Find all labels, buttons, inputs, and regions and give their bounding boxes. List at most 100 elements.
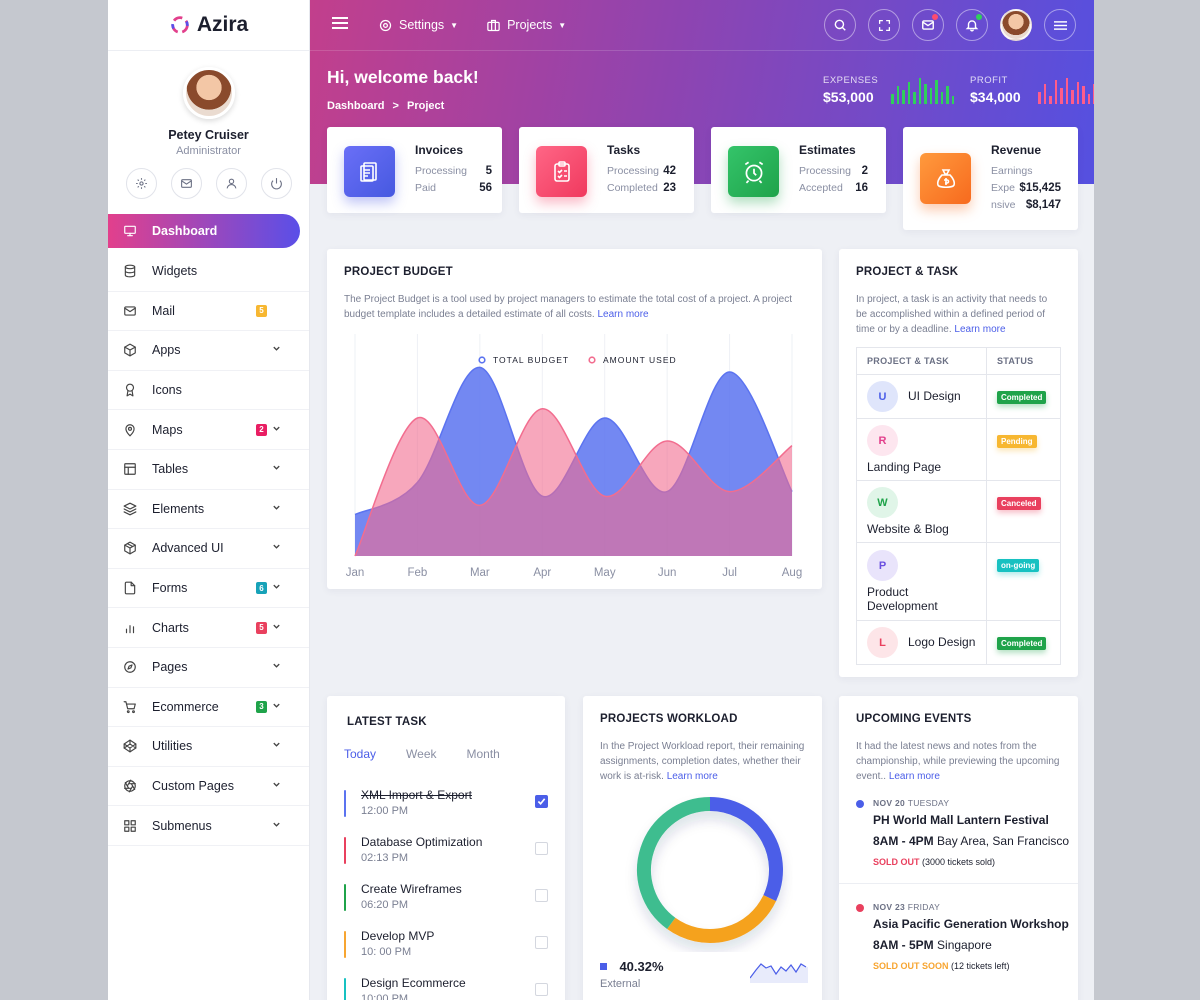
chevron-down-icon[interactable] [272, 463, 281, 475]
sidebar-item-label: Ecommerce [152, 699, 219, 714]
workload-percent-label: External [600, 978, 641, 990]
sidebar-item-ecommerce[interactable]: Ecommerce 3 [108, 688, 309, 728]
invoices-processing-value: 5 [485, 165, 492, 177]
sidebar-item-submenus[interactable]: Submenus [108, 806, 309, 846]
projects-label: Projects [507, 18, 553, 32]
table-icon [123, 462, 137, 476]
table-row[interactable]: R Landing Page Pending [856, 418, 1061, 481]
sidebar-item-apps[interactable]: Apps [108, 331, 309, 371]
chevron-down-icon[interactable] [272, 344, 281, 356]
list-item[interactable]: Create Wireframes 06:20 PM [344, 882, 554, 918]
sidebar-item-widgets[interactable]: Widgets [108, 252, 309, 292]
project-avatar: L [867, 627, 898, 658]
sidebar-item-utilities[interactable]: Utilities [108, 727, 309, 767]
projtask-description: In project, a task is an activity that n… [856, 294, 1048, 335]
fullscreen-button[interactable] [868, 9, 900, 41]
sidebar-nav: Dashboard Widgets Mail 5 Apps Icons Maps 2 Table… [108, 214, 309, 846]
spark-bar [1049, 96, 1052, 104]
task-checkbox[interactable] [535, 936, 548, 949]
list-item[interactable]: Develop MVP 10: 00 PM [344, 929, 554, 965]
sidebar-item-mail[interactable]: Mail 5 [108, 292, 309, 332]
event-time: 8AM - 4PM Bay Area, San Francisco [873, 834, 1070, 848]
sidebar-item-elements[interactable]: Elements [108, 490, 309, 530]
search-button[interactable] [824, 9, 856, 41]
sidebar-item-charts[interactable]: Charts 5 [108, 608, 309, 648]
chevron-down-icon[interactable] [272, 661, 281, 673]
list-item[interactable]: Design Ecommerce 10:00 PM [344, 976, 554, 1000]
event-item[interactable]: NOV 23 FRIDAY Asia Pacific Generation Wor… [856, 902, 1069, 982]
settings-menu[interactable]: Settings ▼ [378, 18, 458, 33]
invoices-card[interactable]: Invoices Processing 5 Paid 56 [327, 127, 502, 213]
invoices-paid-label: Paid [415, 182, 437, 194]
hamburger-icon[interactable] [332, 16, 350, 35]
spark-bar [1087, 94, 1090, 104]
sidebar-item-dashboard[interactable]: Dashboard [108, 214, 300, 248]
chevron-down-icon[interactable] [272, 542, 281, 554]
tab-week[interactable]: Week [406, 747, 436, 761]
estimates-card[interactable]: Estimates Processing 2 Accepted 16 [711, 127, 886, 213]
chevron-down-icon[interactable] [272, 820, 281, 832]
sidebar-item-tables[interactable]: Tables [108, 450, 309, 490]
messages-button[interactable] [912, 9, 944, 41]
workload-learn-more-link[interactable]: Learn more [667, 771, 718, 782]
chevron-down-icon[interactable] [272, 582, 281, 594]
revenue-card[interactable]: Revenue Earnings Expe $15,425 nsive $8,1… [903, 127, 1078, 230]
notifications-button[interactable] [956, 9, 988, 41]
logo[interactable]: Azira [108, 0, 309, 51]
sidebar-item-icons[interactable]: Icons [108, 371, 309, 411]
chevron-down-icon[interactable] [272, 503, 281, 515]
event-item[interactable]: NOV 20 TUESDAY PH World Mall Lantern Fest… [856, 798, 1070, 878]
chevron-down-icon[interactable] [272, 622, 281, 634]
caret-down-icon: ▼ [558, 20, 567, 30]
budget-area-chart: Jan Feb Mar Apr May Jun Jul Aug TOTAL BUDGET AMOU… [346, 334, 802, 579]
gear-icon[interactable] [125, 168, 157, 199]
table-row[interactable]: L Logo Design Completed [856, 620, 1061, 665]
mail-icon[interactable] [170, 168, 202, 199]
task-time: 02:13 PM [361, 852, 409, 864]
spark-bar [918, 78, 921, 104]
chevron-down-icon[interactable] [272, 701, 281, 713]
task-checkbox[interactable] [535, 842, 548, 855]
chevron-down-icon[interactable] [272, 780, 281, 792]
task-checkbox[interactable] [535, 795, 548, 808]
events-learn-more-link[interactable]: Learn more [889, 771, 940, 782]
power-icon[interactable] [260, 168, 292, 199]
task-checkbox[interactable] [535, 889, 548, 902]
workload-sparkline [750, 963, 808, 983]
user-avatar[interactable] [1000, 9, 1032, 41]
sidebar-item-pages[interactable]: Pages [108, 648, 309, 688]
invoices-processing-label: Processing [415, 165, 467, 177]
task-checkbox[interactable] [535, 983, 548, 996]
budget-learn-more-link[interactable]: Learn more [597, 309, 648, 320]
breadcrumb-dashboard[interactable]: Dashboard [327, 100, 384, 112]
sidebar-item-custom-pages[interactable]: Custom Pages [108, 767, 309, 807]
projects-menu[interactable]: Projects ▼ [486, 18, 566, 33]
sidebar-item-forms[interactable]: Forms 6 [108, 569, 309, 609]
chevron-down-icon[interactable] [272, 424, 281, 436]
mail-icon [922, 20, 934, 30]
list-item[interactable]: XML Import & Export 12:00 PM [344, 788, 554, 824]
database-icon [123, 264, 137, 278]
tasks-card[interactable]: Tasks Processing 42 Completed 23 [519, 127, 694, 213]
event-dot [856, 800, 864, 808]
estimates-title: Estimates [799, 143, 856, 157]
tasks-processing-value: 42 [663, 165, 676, 177]
table-row[interactable]: U UI Design Completed [856, 374, 1061, 419]
chevron-down-icon[interactable] [272, 740, 281, 752]
user-icon[interactable] [215, 168, 247, 199]
latest-task-card: LATEST TASK Today Week Month XML Import & … [327, 696, 565, 1000]
sidebar-toggle-button[interactable] [1044, 9, 1076, 41]
sidebar-item-label: Forms [152, 581, 188, 596]
tab-month[interactable]: Month [467, 747, 500, 761]
sidebar-item-advanced-ui[interactable]: Advanced UI [108, 529, 309, 569]
menu-icon [1053, 20, 1067, 30]
tasks-title: Tasks [607, 143, 641, 157]
tab-today[interactable]: Today [344, 747, 376, 761]
table-row[interactable]: P Product Development on-going [856, 542, 1061, 621]
sidebar-item-maps[interactable]: Maps 2 [108, 410, 309, 450]
list-item[interactable]: Database Optimization 02:13 PM [344, 835, 554, 871]
projtask-learn-more-link[interactable]: Learn more [954, 324, 1005, 335]
table-row[interactable]: W Website & Blog Canceled [856, 480, 1061, 543]
notification-dot [932, 14, 938, 20]
avatar[interactable] [182, 67, 235, 119]
